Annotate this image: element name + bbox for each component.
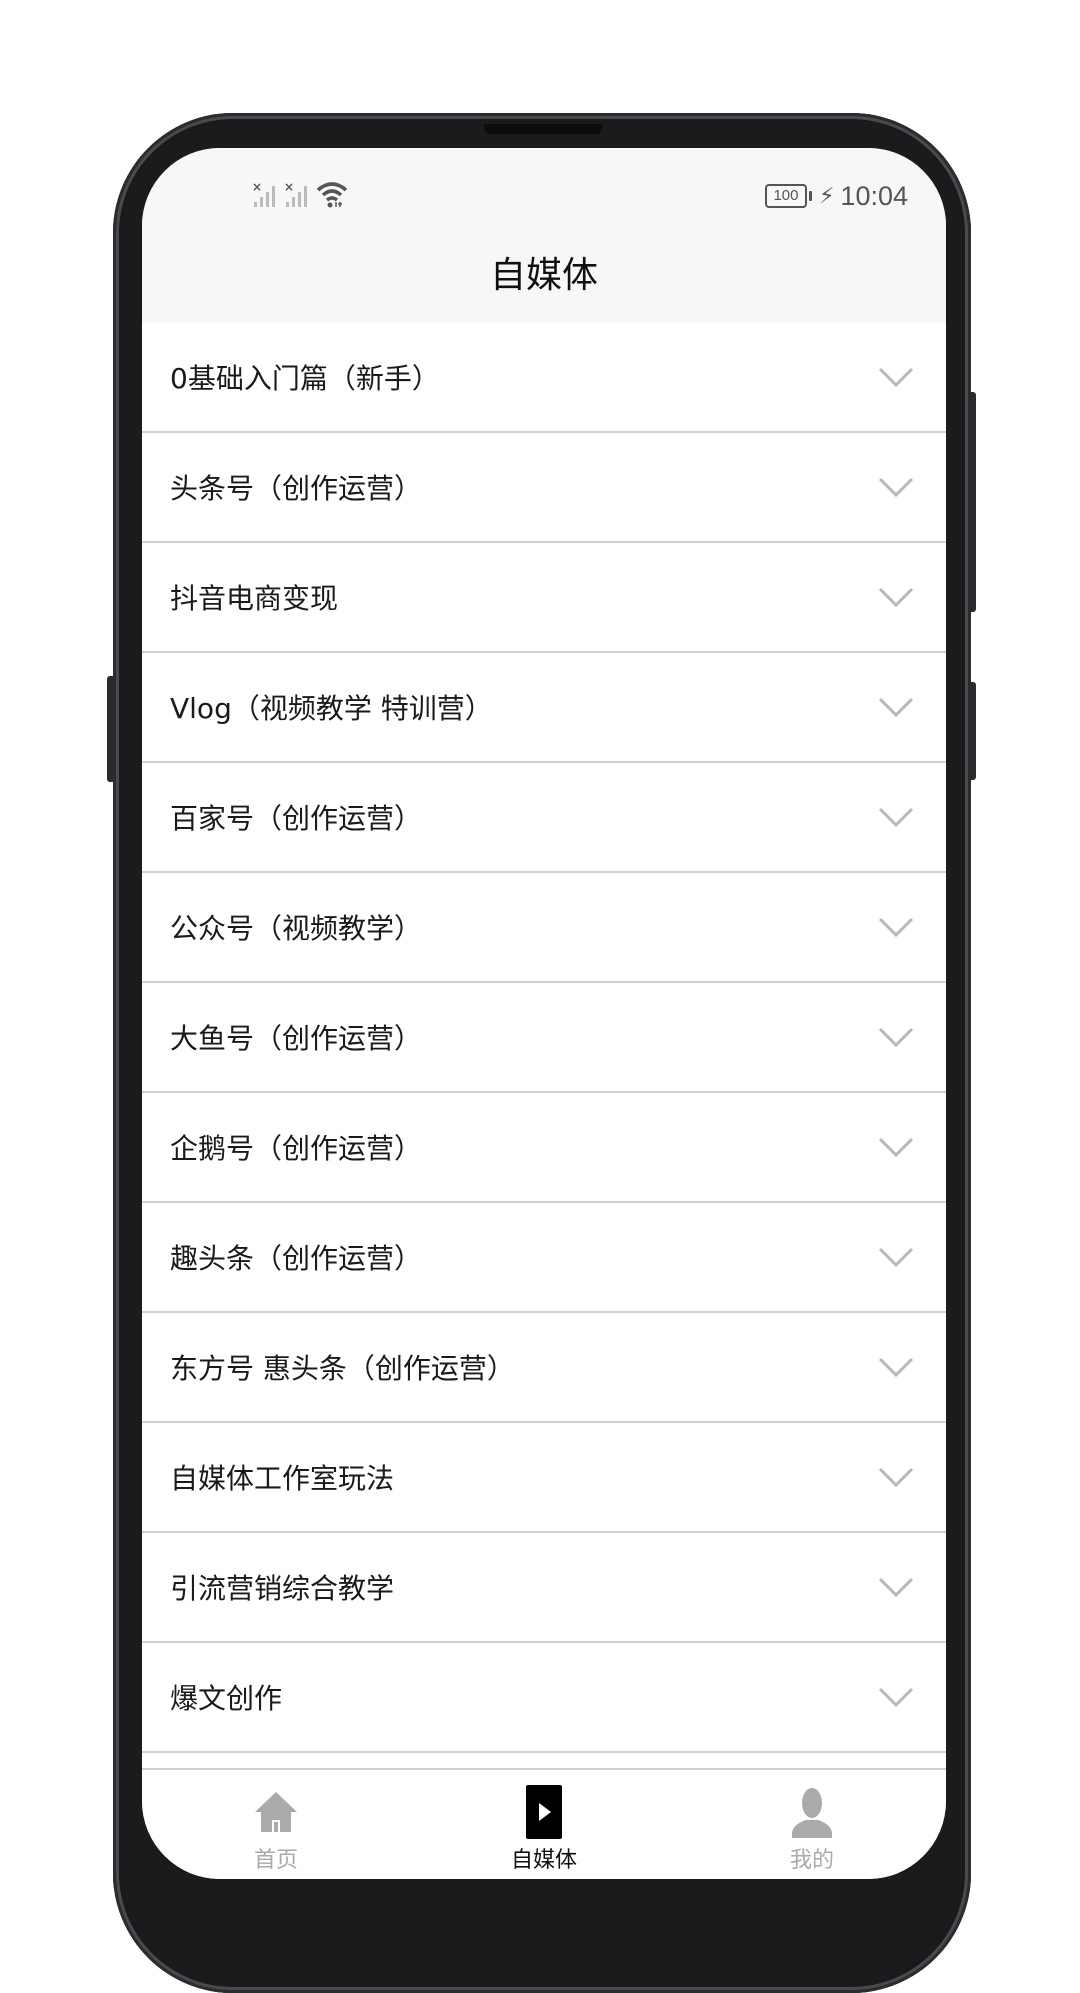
list-item[interactable]: 公众号（视频教学） <box>142 873 946 983</box>
list-item[interactable]: 0基础入门篇（新手） <box>142 323 946 433</box>
volume-button <box>968 682 976 780</box>
signal-no-sim-icon: × <box>284 180 310 212</box>
battery-icon: 100 <box>764 184 812 208</box>
play-icon <box>520 1785 568 1839</box>
chevron-down-icon <box>878 1027 914 1047</box>
list-item[interactable]: Vlog（视频教学 特训营） <box>142 653 946 763</box>
phone-screen: × × 100 ⚡︎ 10:04 自媒体 0基础入门篇（新手） 头条号（创作运营… <box>142 148 946 1879</box>
status-bar: × × 100 ⚡︎ 10:04 <box>142 178 946 214</box>
chevron-down-icon <box>878 1687 914 1707</box>
signal-no-sim-icon: × <box>252 180 278 212</box>
tab-label: 自媒体 <box>510 1848 577 1873</box>
earpiece-notch <box>484 124 602 134</box>
side-key <box>107 676 115 782</box>
clock: 10:04 <box>840 180 908 211</box>
page-title: 自媒体 <box>489 255 598 296</box>
list-item[interactable]: 趣头条（创作运营） <box>142 1203 946 1313</box>
power-button <box>968 392 976 612</box>
wifi-icon <box>316 180 348 212</box>
list-item-label: 企鹅号（创作运营） <box>170 1132 423 1165</box>
charging-icon: ⚡︎ <box>818 183 835 209</box>
list-item-label: 头条号（创作运营） <box>170 472 423 505</box>
list-item-label: 大鱼号（创作运营） <box>170 1022 423 1055</box>
chevron-down-icon <box>878 1577 914 1597</box>
list-item-label: 0基础入门篇（新手） <box>170 362 440 395</box>
user-icon <box>788 1788 836 1838</box>
list-item-label: 抖音电商变现 <box>170 582 339 615</box>
list-item-label: 爆文创作 <box>170 1682 283 1715</box>
tab-mine[interactable]: 我的 <box>678 1770 946 1879</box>
list-item[interactable]: 自媒体工作室玩法 <box>142 1423 946 1533</box>
svg-text:×: × <box>252 180 262 194</box>
list-item[interactable]: 引流营销综合教学 <box>142 1533 946 1643</box>
tab-label: 我的 <box>789 1848 834 1873</box>
chevron-down-icon <box>878 807 914 827</box>
bottom-tab-bar: 首页 自媒体 我的 <box>142 1768 946 1879</box>
chevron-down-icon <box>878 697 914 717</box>
list-item-label: 自媒体工作室玩法 <box>170 1462 395 1495</box>
list-item-label: 东方号 惠头条（创作运营） <box>170 1352 515 1385</box>
list-item-label: 百家号（创作运营） <box>170 802 423 835</box>
chevron-down-icon <box>878 1467 914 1487</box>
chevron-down-icon <box>878 587 914 607</box>
chevron-down-icon <box>878 1247 914 1267</box>
list-item-label: Vlog（视频教学 特训营） <box>170 692 493 725</box>
list-item[interactable]: 爆文创作 <box>142 1643 946 1753</box>
top-area: × × 100 ⚡︎ 10:04 自媒体 <box>142 148 946 323</box>
chevron-down-icon <box>878 1357 914 1377</box>
category-list: 0基础入门篇（新手） 头条号（创作运营） 抖音电商变现 Vlog（视频教学 特训… <box>142 323 946 1783</box>
list-item-label: 引流营销综合教学 <box>170 1572 395 1605</box>
list-item[interactable]: 头条号（创作运营） <box>142 433 946 543</box>
list-item[interactable]: 大鱼号（创作运营） <box>142 983 946 1093</box>
list-item[interactable]: 企鹅号（创作运营） <box>142 1093 946 1203</box>
battery-level: 100 <box>773 187 799 204</box>
chevron-down-icon <box>878 367 914 387</box>
list-item[interactable]: 东方号 惠头条（创作运营） <box>142 1313 946 1423</box>
tab-media[interactable]: 自媒体 <box>410 1770 678 1879</box>
svg-text:×: × <box>284 180 294 194</box>
list-item-label: 公众号（视频教学） <box>170 912 423 945</box>
tab-label: 首页 <box>253 1848 298 1873</box>
chevron-down-icon <box>878 1137 914 1157</box>
tab-home[interactable]: 首页 <box>142 1770 410 1879</box>
home-icon <box>252 1788 300 1836</box>
list-item-label: 趣头条（创作运营） <box>170 1242 423 1275</box>
chevron-down-icon <box>878 917 914 937</box>
list-item[interactable]: 抖音电商变现 <box>142 543 946 653</box>
list-item[interactable]: 百家号（创作运营） <box>142 763 946 873</box>
chevron-down-icon <box>878 477 914 497</box>
